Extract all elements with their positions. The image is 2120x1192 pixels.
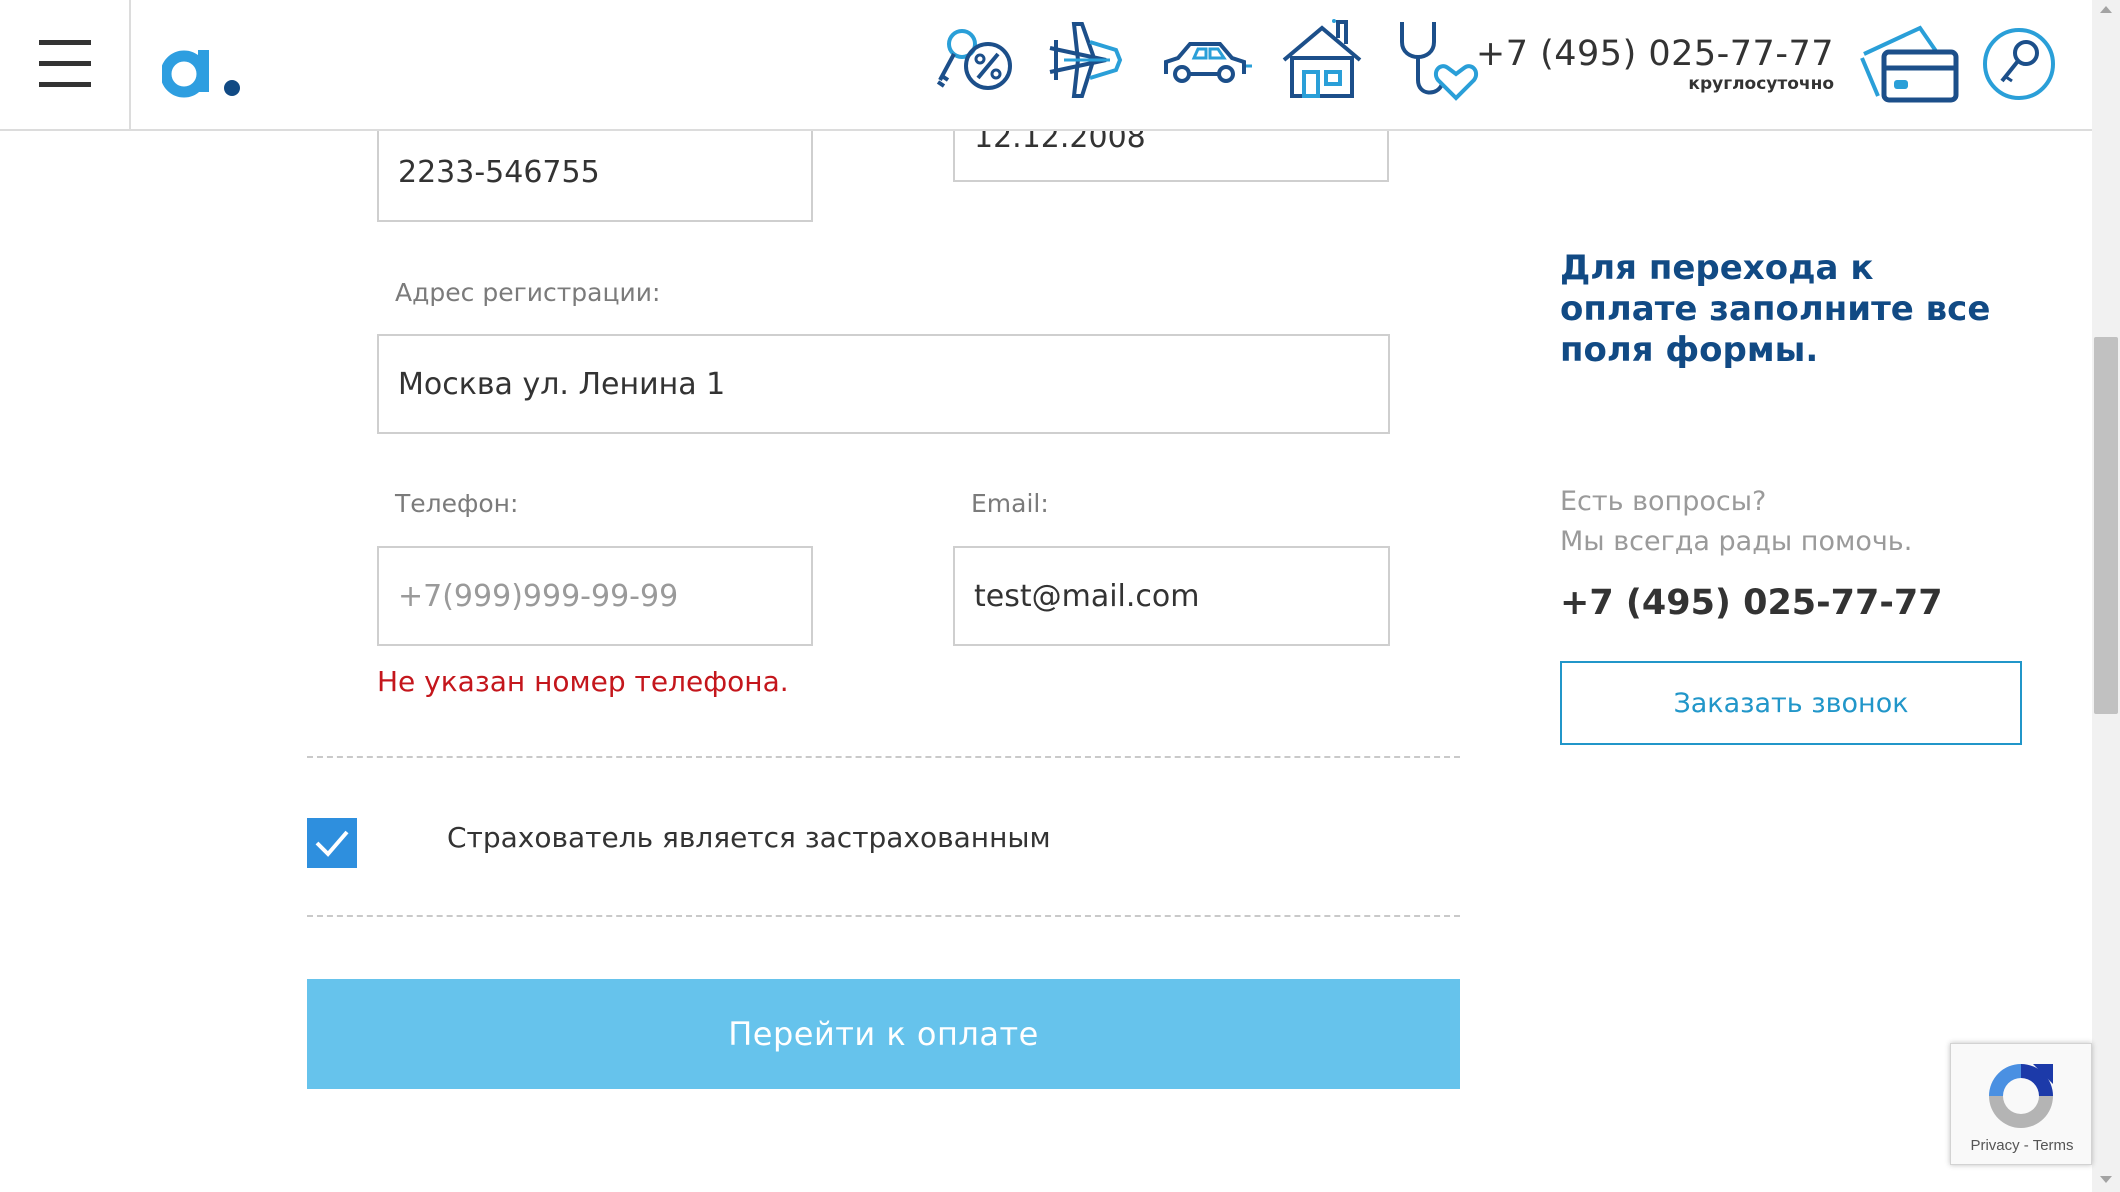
phone-field[interactable]: +7(999)999-99-99 xyxy=(377,546,813,646)
phone-placeholder: +7(999)999-99-99 xyxy=(398,578,679,614)
recaptcha-badge[interactable]: Privacy - Terms xyxy=(1950,1043,2092,1165)
recaptcha-separator: - xyxy=(2019,1137,2033,1154)
divider xyxy=(307,756,1460,758)
checkmark-icon xyxy=(315,830,349,857)
email-field[interactable]: test@mail.com xyxy=(953,546,1390,646)
sidebar-phone[interactable]: +7 (495) 025-77-77 xyxy=(1560,583,1943,623)
house-icon[interactable] xyxy=(1276,18,1368,102)
help-text-line2: Мы всегда рады помочь. xyxy=(1560,526,1913,557)
recaptcha-terms-link[interactable]: Terms xyxy=(2033,1137,2074,1154)
passport-number-value: 2233-546755 xyxy=(398,154,600,190)
scrollbar-thumb[interactable] xyxy=(2094,337,2118,714)
header-phone-note: круглосуточно xyxy=(1688,74,1834,94)
phone-label: Телефон: xyxy=(395,489,519,518)
address-value: Москва ул. Ленина 1 xyxy=(398,366,726,402)
stethoscope-heart-icon[interactable] xyxy=(1390,18,1482,102)
address-label: Адрес регистрации: xyxy=(395,278,661,307)
car-icon[interactable] xyxy=(1160,18,1252,102)
divider xyxy=(307,915,1460,917)
key-percent-icon[interactable] xyxy=(932,18,1024,102)
email-value: test@mail.com xyxy=(974,578,1200,614)
header-phone[interactable]: +7 (495) 025-77-77 круглосуточно xyxy=(1476,34,1834,94)
header-phone-number[interactable]: +7 (495) 025-77-77 xyxy=(1476,34,1834,74)
payment-notice: Для перехода к оплате заполните все поля… xyxy=(1560,248,1991,370)
insured-checkbox-label[interactable]: Страхователь является застрахованным xyxy=(447,821,1051,854)
scroll-down-arrow-icon[interactable] xyxy=(2100,1176,2112,1183)
menu-cell xyxy=(0,0,131,129)
recaptcha-links: Privacy - Terms xyxy=(1951,1137,2093,1154)
logo[interactable] xyxy=(162,38,242,102)
help-text: Есть вопросы? Мы всегда рады помочь. xyxy=(1560,482,1912,562)
hamburger-menu-icon[interactable] xyxy=(39,38,91,90)
passport-number-field[interactable]: 2233-546755 xyxy=(377,122,813,222)
scroll-up-arrow-icon[interactable] xyxy=(2100,6,2112,13)
go-to-payment-button[interactable]: Перейти к оплате xyxy=(307,979,1460,1089)
address-field[interactable]: Москва ул. Ленина 1 xyxy=(377,334,1390,434)
recaptcha-logo-icon xyxy=(1989,1064,2053,1128)
help-text-line1: Есть вопросы? xyxy=(1560,486,1767,517)
recaptcha-privacy-link[interactable]: Privacy xyxy=(1970,1137,2019,1154)
email-label: Email: xyxy=(971,489,1049,518)
phone-error-message: Не указан номер телефона. xyxy=(377,665,789,698)
search-icon[interactable] xyxy=(1982,27,2056,101)
site-header: +7 (495) 025-77-77 круглосуточно xyxy=(0,0,2092,131)
payment-cards-icon[interactable] xyxy=(1860,24,1960,104)
plane-icon[interactable] xyxy=(1046,18,1138,102)
insured-checkbox[interactable] xyxy=(307,818,357,868)
order-call-button[interactable]: Заказать звонок xyxy=(1560,661,2022,745)
